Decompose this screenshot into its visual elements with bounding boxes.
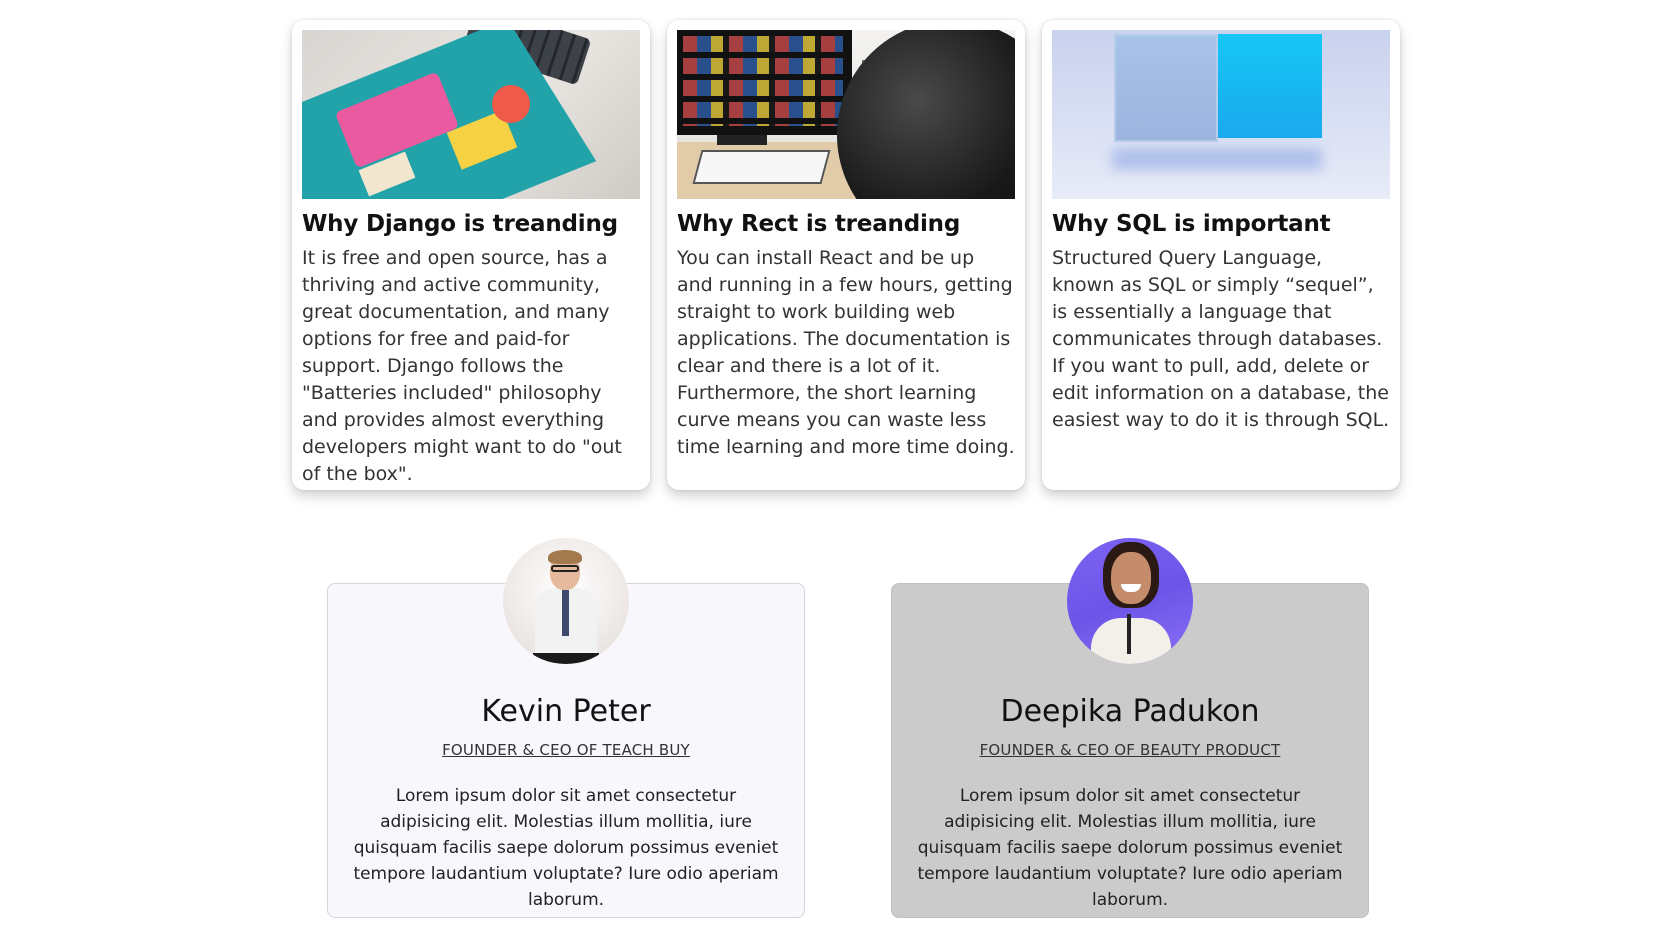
blog-card-react[interactable]: Why Rect is treanding You can install Re…	[667, 20, 1025, 490]
testimonial-name: Kevin Peter	[481, 694, 651, 729]
avatar	[1067, 538, 1193, 664]
avatar	[503, 538, 629, 664]
testimonial-card-deepika: Deepika Padukon FOUNDER & CEO OF BEAUTY …	[891, 538, 1369, 918]
blog-cards: Why Django is treanding It is free and o…	[292, 20, 1400, 490]
card-text: It is free and open source, has a thrivi…	[302, 247, 622, 485]
testimonial-role: FOUNDER & CEO OF BEAUTY PRODUCT	[979, 741, 1281, 759]
monitor-headphones-image	[677, 30, 1015, 199]
django-book-image	[302, 30, 640, 199]
testimonial-card-kevin: Kevin Peter FOUNDER & CEO OF TEACH BUY L…	[327, 538, 805, 918]
card-text: Structured Query Language, known as SQL …	[1052, 247, 1390, 431]
card-title: Why Rect is treanding	[677, 211, 961, 237]
blog-card-sql[interactable]: Why SQL is important Structured Query La…	[1042, 20, 1400, 490]
card-title: Why Django is treanding	[302, 211, 618, 237]
card-title: Why SQL is important	[1052, 211, 1331, 237]
testimonial-text: Lorem ipsum dolor sit amet consectetur a…	[353, 786, 779, 910]
blue-boxes-image	[1052, 30, 1390, 199]
testimonial-role: FOUNDER & CEO OF TEACH BUY	[442, 741, 690, 759]
testimonial-name: Deepika Padukon	[1000, 694, 1260, 729]
card-text: You can install React and be up and runn…	[677, 247, 1015, 458]
blog-card-django[interactable]: Why Django is treanding It is free and o…	[292, 20, 650, 490]
testimonial-text: Lorem ipsum dolor sit amet consectetur a…	[917, 786, 1343, 910]
page: Why Django is treanding It is free and o…	[0, 0, 1653, 930]
